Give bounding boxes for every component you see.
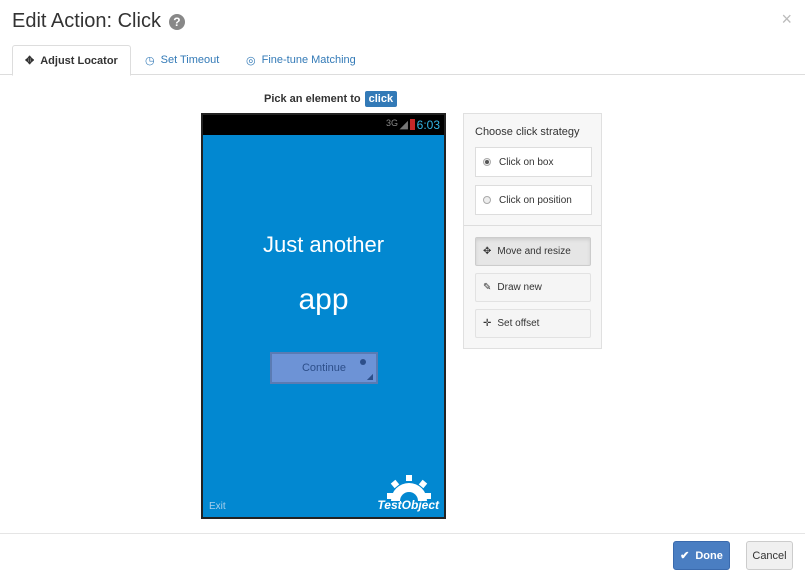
tab-adjust-locator[interactable]: ✥ Adjust Locator: [12, 45, 131, 76]
dialog-title-row: Edit Action: Click ?: [12, 10, 185, 33]
click-strategy-panel: Choose click strategy Click on box Click…: [463, 113, 602, 349]
target-icon: ◎: [246, 54, 256, 67]
app-heading-line2[interactable]: app: [203, 283, 444, 317]
move-icon: ✥: [25, 55, 35, 67]
move-icon: ✥: [483, 246, 492, 257]
done-label: Done: [695, 549, 723, 562]
testobject-logo: TestObject: [369, 475, 439, 515]
tab-label: Set Timeout: [160, 54, 220, 66]
crosshair-icon: ✛: [483, 318, 492, 329]
device-screen[interactable]: 3G ◢ 6:03 Just another app Continue ◢ Ex…: [201, 113, 446, 519]
panel-title: Choose click strategy: [475, 126, 580, 138]
set-offset-button[interactable]: ✛ Set offset: [475, 309, 591, 338]
footer-divider: [0, 533, 805, 534]
instruction-text: Pick an element to: [264, 93, 361, 105]
button-label: Move and resize: [497, 246, 571, 257]
option-click-on-box[interactable]: Click on box: [475, 147, 592, 177]
dialog-title: Edit Action: Click: [12, 10, 161, 32]
tab-fine-tune-matching[interactable]: ◎ Fine-tune Matching: [234, 45, 368, 75]
action-badge: click: [364, 91, 398, 107]
status-time: 6:03: [416, 118, 440, 132]
cancel-button[interactable]: Cancel: [746, 541, 793, 570]
resize-handle-icon[interactable]: ◢: [367, 372, 373, 381]
pick-instruction: Pick an element to click: [264, 91, 398, 107]
tab-label: Fine-tune Matching: [261, 54, 356, 66]
help-icon[interactable]: ?: [168, 13, 185, 30]
check-icon: ✔: [680, 550, 690, 562]
option-label: Click on position: [499, 194, 572, 206]
tab-set-timeout[interactable]: ◷ Set Timeout: [133, 45, 231, 75]
logo-text: TestObject: [377, 498, 439, 512]
battery-icon: [410, 119, 415, 130]
draw-new-button[interactable]: ✎ Draw new: [475, 273, 591, 302]
button-label: Draw new: [497, 282, 542, 293]
radio-selected[interactable]: [483, 158, 491, 166]
close-icon[interactable]: ×: [781, 9, 792, 30]
button-label: Set offset: [497, 318, 540, 329]
cancel-label: Cancel: [752, 549, 787, 562]
divider: [464, 225, 601, 226]
network-indicator: 3G: [385, 118, 398, 128]
move-and-resize-button[interactable]: ✥ Move and resize: [475, 237, 591, 266]
signal-icon: ◢: [399, 119, 408, 131]
tab-label: Adjust Locator: [40, 54, 118, 67]
option-click-on-position[interactable]: Click on position: [475, 185, 592, 215]
exit-label[interactable]: Exit: [209, 501, 226, 512]
app-heading-line1[interactable]: Just another: [203, 232, 444, 258]
clock-icon: ◷: [145, 54, 155, 67]
offset-handle[interactable]: [360, 359, 366, 365]
done-button[interactable]: ✔ Done: [673, 541, 730, 570]
radio-unselected[interactable]: [483, 196, 491, 204]
status-bar: 3G ◢ 6:03: [203, 115, 444, 135]
continue-label: Continue: [301, 362, 347, 374]
pencil-icon: ✎: [483, 282, 492, 293]
option-label: Click on box: [499, 156, 554, 168]
continue-button-selection[interactable]: Continue ◢: [270, 352, 378, 384]
